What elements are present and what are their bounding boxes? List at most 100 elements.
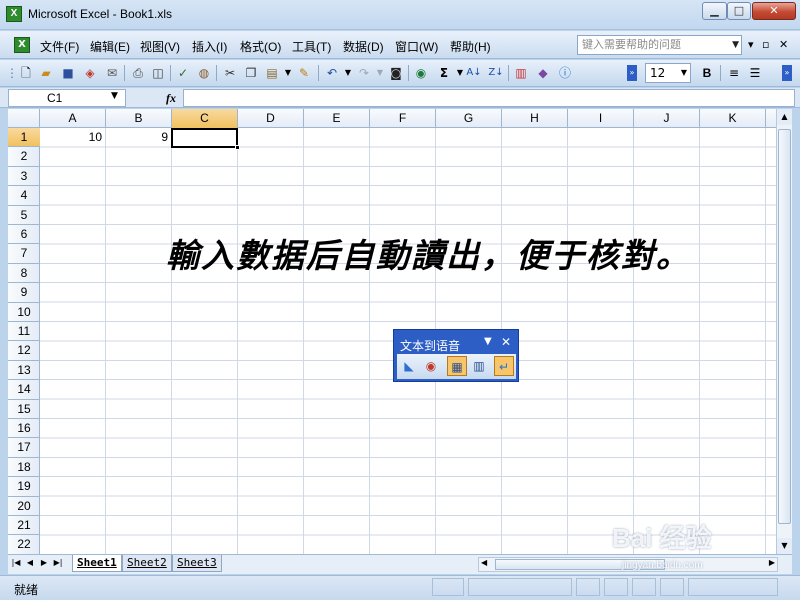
by-columns-icon[interactable]: ▥ — [469, 356, 489, 376]
row-header[interactable]: 9 — [8, 283, 40, 303]
workbook-icon[interactable]: X — [14, 37, 30, 53]
column-header-g[interactable]: G — [436, 109, 502, 128]
sheet-tab-sheet3[interactable]: Sheet3 — [172, 555, 222, 572]
menu-file[interactable]: 文件(F) — [40, 38, 79, 55]
cell-a1[interactable]: 10 — [40, 128, 102, 147]
new-icon[interactable]: 🗋 — [18, 65, 34, 81]
bold-button[interactable]: B — [699, 65, 715, 81]
undo-icon[interactable]: ↶ — [324, 65, 340, 81]
print-icon[interactable]: ⎙ — [130, 65, 146, 81]
first-sheet-icon[interactable]: |◀ — [11, 558, 21, 567]
save-icon[interactable]: ■ — [60, 65, 76, 81]
sheet-tab-sheet2[interactable]: Sheet2 — [122, 555, 172, 572]
toolbar-options-icon[interactable]: » — [782, 65, 792, 81]
research-icon[interactable]: ◍ — [196, 65, 212, 81]
select-all-corner[interactable] — [8, 109, 40, 128]
row-header[interactable]: 22 — [8, 535, 40, 554]
row-header[interactable]: 10 — [8, 303, 40, 322]
camera-icon[interactable]: ◙ — [388, 65, 404, 81]
row-header[interactable]: 12 — [8, 341, 40, 361]
previous-sheet-icon[interactable]: ◀ — [25, 558, 35, 567]
column-header-a[interactable]: A — [40, 109, 106, 128]
minimize-button[interactable]: ▁ — [702, 2, 727, 20]
row-header[interactable]: 7 — [8, 244, 40, 264]
help-search-input[interactable]: 键入需要帮助的问题 ▼ — [577, 35, 742, 55]
column-header-k[interactable]: K — [700, 109, 766, 128]
cut-icon[interactable]: ✂ — [222, 65, 238, 81]
sheet-tab-sheet1[interactable]: Sheet1 — [72, 555, 122, 572]
formula-input[interactable] — [183, 89, 795, 107]
drawing-icon[interactable]: ◆ — [535, 65, 551, 81]
row-header[interactable]: 11 — [8, 322, 40, 342]
copy-icon[interactable]: ❐ — [243, 65, 259, 81]
column-header-d[interactable]: D — [238, 109, 304, 128]
scroll-left-icon[interactable]: ◀ — [481, 558, 487, 567]
menu-window[interactable]: 窗口(W) — [395, 38, 438, 55]
scroll-up-icon[interactable]: ▲ — [777, 109, 792, 125]
row-header[interactable]: 8 — [8, 264, 40, 284]
close-icon[interactable]: ✕ — [501, 335, 511, 349]
row-header[interactable]: 6 — [8, 225, 40, 245]
sort-asc-icon[interactable]: A↓ — [466, 65, 482, 81]
last-sheet-icon[interactable]: ▶| — [53, 558, 63, 567]
row-header[interactable]: 1 — [8, 128, 40, 148]
scroll-down-icon[interactable]: ▼ — [777, 538, 792, 554]
menu-edit[interactable]: 编辑(E) — [90, 38, 130, 55]
chevron-down-icon[interactable]: ▼ — [681, 64, 687, 82]
active-cell-c1[interactable] — [171, 128, 238, 148]
row-header[interactable]: 13 — [8, 361, 40, 381]
paste-icon[interactable]: ▤ — [264, 65, 280, 81]
excel-app-icon[interactable]: X — [6, 6, 22, 22]
speak-cells-icon[interactable]: ◣ — [399, 356, 419, 376]
chevron-down-icon[interactable]: ▼ — [340, 65, 356, 81]
chart-wizard-icon[interactable]: ▥ — [513, 65, 529, 81]
column-header-f[interactable]: F — [370, 109, 436, 128]
menu-help[interactable]: 帮助(H) — [450, 38, 491, 55]
fill-handle[interactable] — [235, 145, 240, 150]
row-header[interactable]: 2 — [8, 147, 40, 167]
row-header[interactable]: 21 — [8, 516, 40, 536]
sort-desc-icon[interactable]: Z↓ — [488, 65, 504, 81]
redo-icon[interactable]: ↷ — [356, 65, 372, 81]
help-icon[interactable]: ⓘ — [557, 65, 573, 81]
row-header[interactable]: 4 — [8, 186, 40, 206]
chevron-down-icon[interactable]: ▼ — [111, 91, 118, 101]
hyperlink-icon[interactable]: ◉ — [413, 65, 429, 81]
row-header[interactable]: 17 — [8, 438, 40, 458]
vertical-scrollbar[interactable]: ▲ ▼ — [776, 109, 792, 554]
row-header[interactable]: 20 — [8, 497, 40, 516]
next-sheet-icon[interactable]: ▶ — [39, 558, 49, 567]
menu-data[interactable]: 数据(D) — [343, 38, 384, 55]
column-header-h[interactable]: H — [502, 109, 568, 128]
text-to-speech-toolbar[interactable]: 文本到语音 ▼ ✕ ◣ ◉ ▦ ▥ ↵ — [393, 329, 519, 382]
scroll-right-icon[interactable]: ▶ — [769, 558, 775, 567]
stop-speaking-icon[interactable]: ◉ — [421, 356, 441, 376]
autosum-icon[interactable]: Σ — [436, 65, 452, 81]
row-header[interactable]: 18 — [8, 458, 40, 478]
column-header-e[interactable]: E — [304, 109, 370, 128]
toolbar-options-icon[interactable]: ▼ — [484, 336, 492, 347]
align-left-icon[interactable]: ≡ — [726, 65, 742, 81]
chevron-down-icon[interactable]: ▼ — [372, 65, 388, 81]
open-icon[interactable]: ▰ — [38, 65, 54, 81]
worksheet-grid[interactable]: A B C D E F G H I J K 1 2 3 4 5 6 7 8 9 … — [8, 109, 776, 554]
workbook-close-button[interactable]: ✕ — [779, 38, 788, 51]
vertical-scroll-thumb[interactable] — [778, 129, 791, 524]
workbook-restore-button[interactable]: ▫ — [762, 38, 769, 51]
row-header[interactable]: 19 — [8, 477, 40, 497]
row-header[interactable]: 5 — [8, 206, 40, 225]
insert-function-button[interactable]: fx — [166, 91, 176, 106]
close-button[interactable]: ✕ — [752, 2, 796, 20]
format-painter-icon[interactable]: ✎ — [296, 65, 312, 81]
column-header-b[interactable]: B — [106, 109, 172, 128]
row-header[interactable]: 3 — [8, 167, 40, 187]
font-size-select[interactable]: 12 ▼ — [645, 63, 691, 83]
column-header-c[interactable]: C — [172, 109, 238, 128]
permission-icon[interactable]: ◈ — [82, 65, 98, 81]
chevron-down-icon[interactable]: ▼ — [280, 65, 296, 81]
speak-on-enter-icon[interactable]: ↵ — [494, 356, 514, 376]
cell-b1[interactable]: 9 — [106, 128, 168, 147]
column-header-j[interactable]: J — [634, 109, 700, 128]
align-center-icon[interactable]: ☰ — [747, 65, 763, 81]
spelling-icon[interactable]: ✓ — [175, 65, 191, 81]
